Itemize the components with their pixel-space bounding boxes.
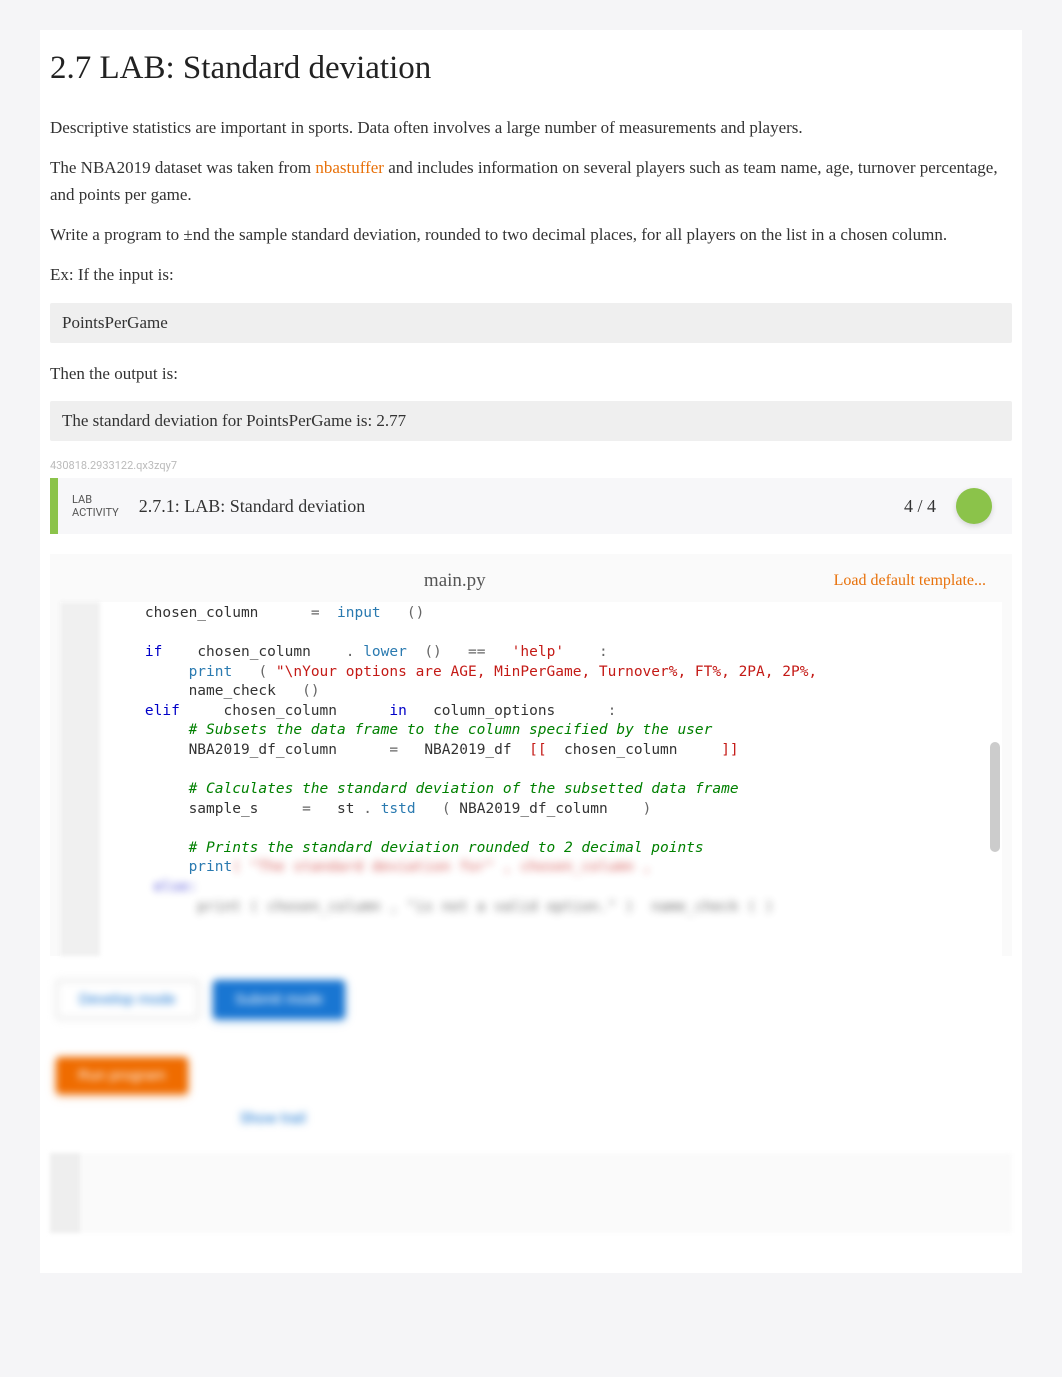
code-token: print [189,859,233,875]
code-token: elif [145,703,180,719]
example-output-label: Then the output is: [50,361,1012,387]
code-token: = [302,801,311,817]
intro-paragraph-3: Write a program to ±nd the sample standa… [50,222,1012,248]
code-token: ]] [721,742,738,758]
lab-title: 2.7.1: LAB: Standard deviation [139,496,884,517]
lab-tag-line1: LAB [72,493,119,506]
code-editor: main.py Load default template... chosen_… [50,554,1012,956]
code-token: print [189,664,233,680]
code-token: st [337,801,354,817]
intro-p2-a: The NBA2019 dataset was taken from [50,158,315,177]
lab-activity-header: LAB ACTIVITY 2.7.1: LAB: Standard deviat… [50,478,1012,534]
code-token: in [389,703,406,719]
code-area[interactable]: chosen_column = input () if chosen_colum… [100,602,1002,956]
page-title: 2.7 LAB: Standard deviation [50,50,1012,87]
code-token: ) [643,801,652,817]
load-default-template-link[interactable]: Load default template... [834,572,986,590]
example-input-box: PointsPerGame [50,303,1012,343]
intro-paragraph-1: Descriptive statistics are important in … [50,115,1012,141]
code-comment: # Calculates the standard deviation of t… [189,781,739,797]
code-blurred: else: [110,879,197,895]
submit-mode-button[interactable]: Submit mode [213,980,345,1019]
output-panel [50,1153,1012,1233]
editor-header: main.py Load default template... [60,564,1002,602]
code-token: chosen_column [145,605,259,621]
code-token: column_options [433,703,555,719]
code-token: chosen_column [197,644,311,660]
line-number-gutter [60,602,100,956]
show-trail-link[interactable]: Show trail [240,1109,306,1127]
code-token: tstd [381,801,416,817]
code-blurred: print ( chosen_column , "is not a valid … [110,899,773,915]
nbastuffer-link[interactable]: nbastuffer [315,158,384,177]
mode-button-row: Develop mode Submit mode [56,980,1012,1019]
code-token: ( [258,664,267,680]
lab-score: 4 / 4 [904,496,936,517]
code-token: . [346,644,355,660]
code-token: ( [442,801,451,817]
code-comment: # Subsets the data frame to the column s… [189,722,713,738]
code-token: if [145,644,162,660]
code-token: "\nYour options are AGE, MinPerGame, Tur… [276,664,817,680]
code-token: input [337,605,381,621]
code-token: = [389,742,398,758]
code-token: chosen_column [224,703,338,719]
code-token: NBA2019_df_column [189,742,337,758]
editor-filename: main.py [76,570,834,592]
run-program-button[interactable]: Run program [56,1057,188,1094]
score-bubble-icon [956,488,992,524]
lab-tag-line2: ACTIVITY [72,506,119,519]
meta-id: 430818.2933122.qx3zqy7 [50,459,1012,472]
code-token: lower [363,644,407,660]
code-token: == [468,644,485,660]
code-token: () [424,644,441,660]
code-token: chosen_column [564,742,678,758]
code-token: : [608,703,617,719]
code-token: NBA2019_df_column [459,801,607,817]
code-blurred: ( "The standard deviation for" , chosen_… [232,859,651,875]
example-input-label: Ex: If the input is: [50,262,1012,288]
code-token: . [363,801,372,817]
code-comment: # Prints the standard deviation rounded … [189,840,704,856]
editor-body[interactable]: chosen_column = input () if chosen_colum… [60,602,1002,956]
code-token: name_check [189,683,276,699]
code-token: NBA2019_df [424,742,511,758]
develop-mode-button[interactable]: Develop mode [56,980,199,1019]
example-output-box: The standard deviation for PointsPerGame… [50,401,1012,441]
code-token: sample_s [189,801,259,817]
code-token: 'help' [512,644,564,660]
code-token: = [311,605,320,621]
lab-tag: LAB ACTIVITY [72,493,119,519]
code-token: [[ [529,742,546,758]
page-content: 2.7 LAB: Standard deviation Descriptive … [40,30,1022,1273]
code-token: () [407,605,424,621]
intro-paragraph-2: The NBA2019 dataset was taken from nbast… [50,155,1012,208]
code-token: : [599,644,608,660]
output-gutter [50,1153,80,1233]
vertical-scrollbar[interactable] [990,742,1000,852]
code-token: () [302,683,319,699]
